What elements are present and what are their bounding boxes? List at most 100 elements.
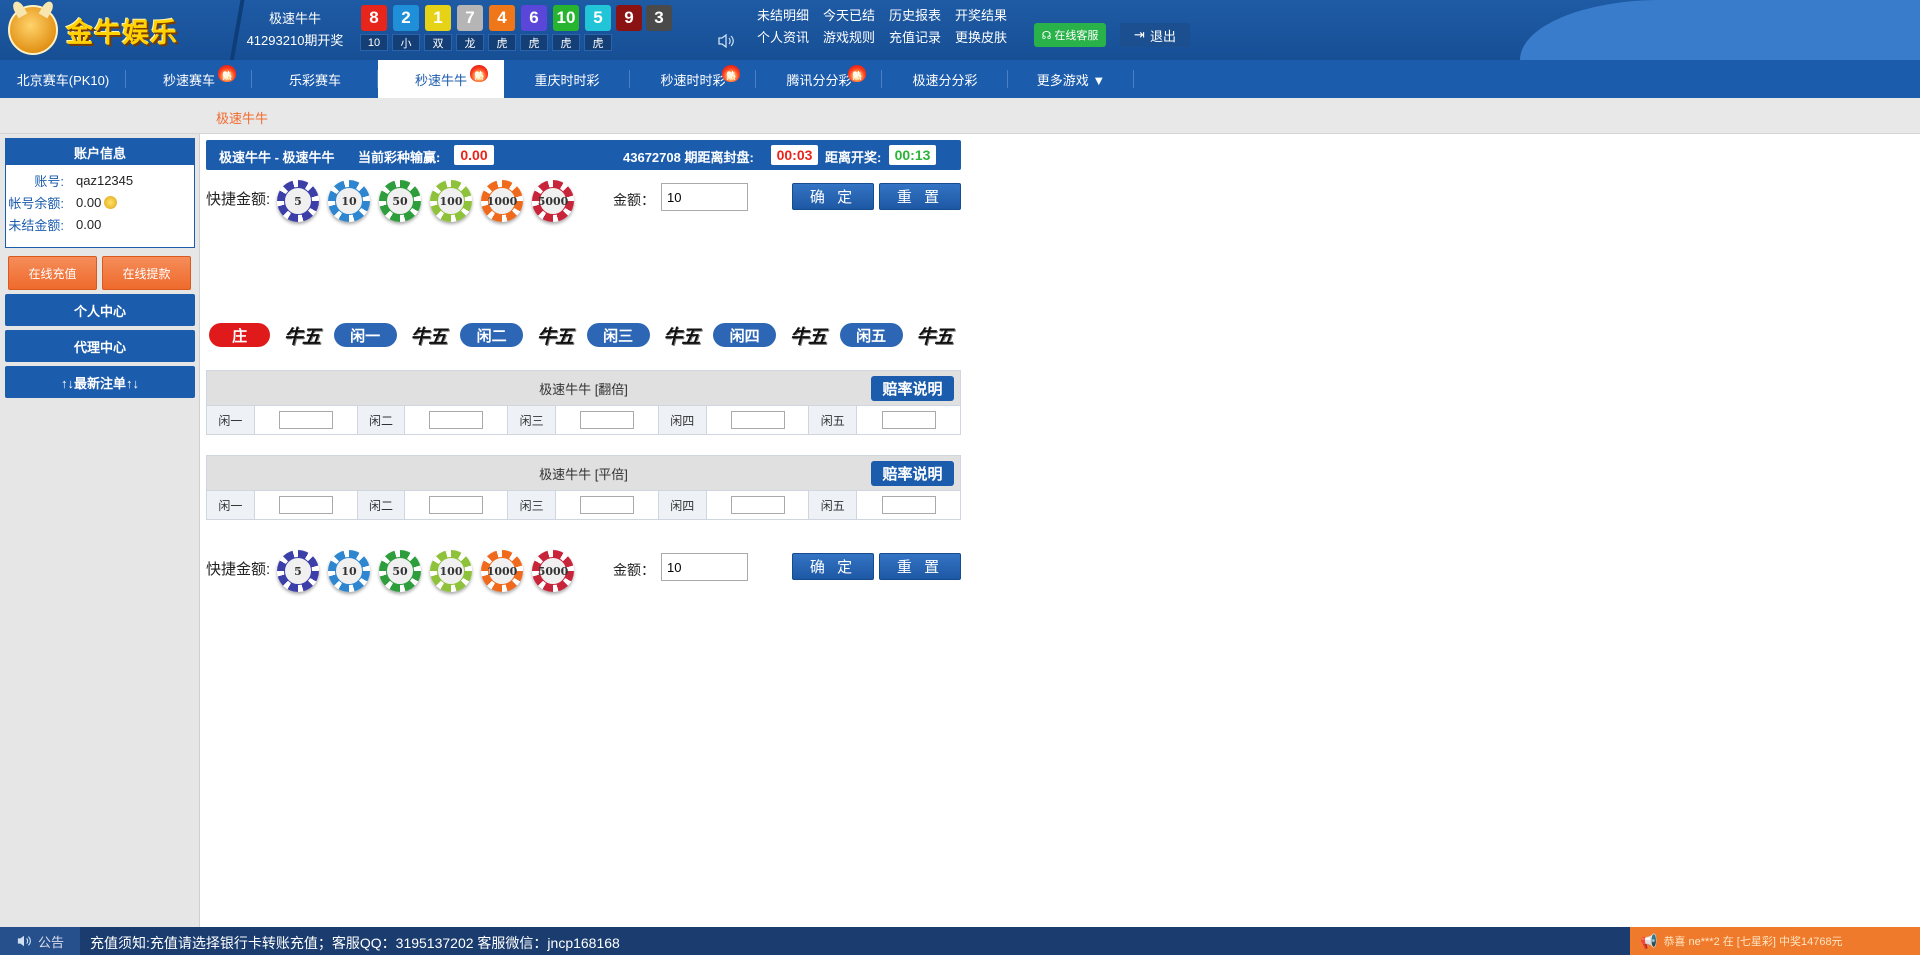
status-title: 极速牛牛 - 极速牛牛 — [219, 150, 335, 165]
bet-table-header: 极速牛牛 [翻倍] 赔率说明 — [207, 371, 960, 406]
amount-label: 金额： — [613, 562, 655, 578]
top-link[interactable]: 开奖结果 — [955, 7, 1007, 25]
bet-amount-input[interactable] — [881, 496, 936, 514]
game-nav: 北京赛车(PK10) 秒速赛车熱乐彩赛车 秒速牛牛熱 重庆时时彩 秒速时时彩熱腾讯分分彩… — [0, 60, 1920, 98]
nav-tab[interactable]: 乐彩赛车 — [252, 60, 378, 98]
chip-5[interactable]: 5 — [277, 180, 319, 222]
top-link[interactable]: 游戏规则 — [823, 29, 875, 47]
speaker-icon[interactable] — [717, 33, 735, 49]
personal-center-button[interactable]: 个人中心 — [5, 294, 195, 326]
bet-option-label: 闲五 — [809, 406, 858, 434]
bet-option-label: 闲五 — [809, 491, 858, 519]
chip-1000[interactable]: 1000 — [481, 180, 523, 222]
player-result: 牛五 — [916, 325, 953, 348]
agent-center-button[interactable]: 代理中心 — [5, 330, 195, 362]
top-link[interactable]: 个人资讯 — [757, 29, 809, 47]
player-pill: 闲五 — [839, 323, 903, 347]
chip-50[interactable]: 50 — [379, 180, 421, 222]
bet-input-cell — [556, 406, 659, 434]
chip-5000[interactable]: 5000 — [532, 550, 574, 592]
unsettled-label: 未结金额: — [8, 217, 64, 233]
reset-button[interactable]: 重 置 — [879, 553, 961, 580]
amount-input[interactable] — [661, 183, 748, 211]
recharge-button[interactable]: 在线充值 — [8, 256, 97, 290]
player-result: 牛五 — [789, 325, 827, 348]
player-pill: 闲三 — [586, 323, 650, 347]
chip-10[interactable]: 10 — [328, 550, 370, 592]
top-link[interactable]: 今天已结 — [823, 7, 875, 25]
player-result: 牛五 — [410, 325, 447, 348]
bet-amount-input[interactable] — [881, 411, 936, 429]
result-ball-column: 2小 — [392, 5, 420, 51]
bet-amount-input[interactable] — [278, 496, 333, 514]
bet-amount-input[interactable] — [278, 411, 333, 429]
top-link[interactable]: 历史报表 — [889, 7, 941, 25]
result-ball-column: 6虎 — [520, 5, 548, 51]
bet-amount-input[interactable] — [429, 411, 484, 429]
bet-table-title: 极速牛牛 [平倍] — [539, 466, 628, 482]
chip-5000[interactable]: 5000 — [532, 180, 574, 222]
chip-value: 10 — [335, 187, 363, 215]
breadcrumb-bar: 极速牛牛 — [0, 98, 1920, 134]
bet-amount-input[interactable] — [429, 496, 484, 514]
result-ball-column: 3 — [646, 5, 672, 51]
top-link[interactable]: 未结明细 — [757, 7, 809, 25]
chip-value: 100 — [437, 557, 465, 585]
odds-info-button[interactable]: 赔率说明 — [871, 461, 954, 486]
account-row: 账号: qaz12345 — [6, 169, 194, 191]
result-ball: 9 — [616, 5, 642, 31]
nav-tab[interactable]: 更多游戏 ▼ — [1008, 60, 1134, 98]
nav-tab[interactable]: 重庆时时彩 — [504, 60, 630, 98]
chip-1000[interactable]: 1000 — [481, 550, 523, 592]
balance-row: 帐号余额: 0.00 — [6, 191, 194, 213]
bet-amount-input[interactable] — [730, 496, 785, 514]
logout-button[interactable]: ⇥ 退出 — [1120, 23, 1190, 47]
balance-value: 0.00 — [76, 194, 102, 210]
nav-tab[interactable]: 秒速时时彩熱 — [630, 60, 756, 98]
online-service-button[interactable]: ☊ 在线客服 — [1034, 23, 1106, 47]
nav-tab[interactable]: 北京赛车(PK10) — [0, 60, 126, 98]
bet-amount-input[interactable] — [730, 411, 785, 429]
chip-10[interactable]: 10 — [328, 180, 370, 222]
draw-result-row: 庄牛五 闲一 牛五 闲二 牛五 闲三 牛五 闲四 牛五 闲五 牛五 — [209, 320, 959, 350]
result-ball-column: 8 10 — [360, 5, 388, 51]
withdraw-button[interactable]: 在线提款 — [102, 256, 191, 290]
logo[interactable]: 金牛娱乐 — [8, 4, 218, 56]
latest-bets-button[interactable]: ↑↓最新注单↑↓ — [5, 366, 195, 398]
hot-flame-icon: 熱 — [218, 65, 236, 82]
chip-100[interactable]: 100 — [430, 180, 472, 222]
player-pill: 闲四 — [713, 323, 777, 347]
chip-100[interactable]: 100 — [430, 550, 472, 592]
result-ball: 10 — [553, 5, 579, 31]
bet-table: 极速牛牛 [翻倍] 赔率说明 闲一 闲二 闲三 闲四 闲五 — [206, 370, 961, 435]
top-link[interactable]: 充值记录 — [889, 29, 941, 47]
refresh-coin-icon[interactable] — [104, 195, 118, 209]
reset-button[interactable]: 重 置 — [879, 183, 961, 210]
top-link[interactable]: 更换皮肤 — [955, 29, 1007, 47]
nav-tab-label: 重庆时时彩 — [534, 72, 600, 88]
bet-input-cell — [405, 406, 509, 434]
bet-amount-input[interactable] — [579, 411, 634, 429]
nav-tab-label: 极速分分彩 — [912, 72, 978, 88]
nav-tab[interactable]: 极速分分彩 — [882, 60, 1008, 98]
nav-tab[interactable]: 秒速牛牛熱 — [378, 60, 504, 98]
result-ball: 6 — [521, 5, 547, 31]
confirm-button[interactable]: 确 定 — [792, 183, 874, 210]
result-ball: 1 — [425, 5, 451, 31]
chip-5[interactable]: 5 — [277, 550, 319, 592]
bet-input-cell — [405, 491, 509, 519]
notice-marquee: 充值须知:充值请选择银行卡转账充值；客服QQ：3195137202 客服微信：j… — [90, 935, 620, 951]
amount-input[interactable] — [661, 553, 748, 581]
megaphone-icon: 📢 — [1640, 932, 1658, 949]
nav-tab[interactable]: 腾讯分分彩熱 — [756, 60, 882, 98]
odds-info-button[interactable]: 赔率说明 — [871, 376, 954, 401]
notice-tab[interactable]: 公告 — [0, 927, 80, 955]
confirm-button[interactable]: 确 定 — [792, 553, 874, 580]
breadcrumb[interactable]: 极速牛牛 — [216, 108, 268, 127]
bet-amount-input[interactable] — [579, 496, 634, 514]
balance-label: 帐号余额: — [8, 195, 64, 211]
nav-tab[interactable]: 秒速赛车熱 — [126, 60, 252, 98]
chip-50[interactable]: 50 — [379, 550, 421, 592]
result-ball: 3 — [646, 5, 672, 31]
chip-value: 5 — [284, 557, 312, 585]
